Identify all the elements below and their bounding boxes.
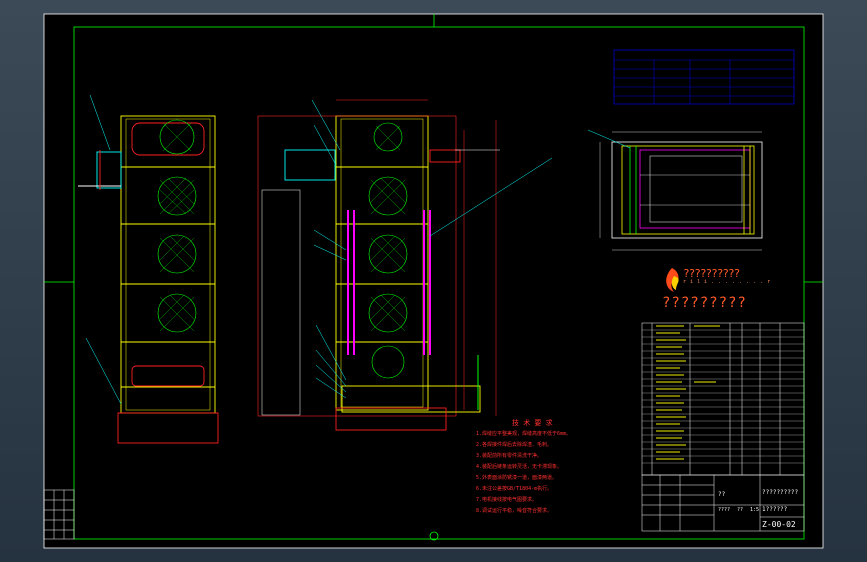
note-item: 6.未注公差按GB/T1804-m执行。: [476, 486, 553, 492]
logo-sub-text: r i l i . . . . . . . . r: [683, 279, 771, 285]
note-item: 3.装配前所有零件清洗干净。: [476, 453, 543, 459]
note-item: 4.装配后链条运转灵活，无卡滞现象。: [476, 464, 563, 470]
note-item: 1.焊缝应平整美观，焊缝高度不低于6mm。: [476, 431, 572, 437]
title-block-meta: ??: [737, 507, 744, 513]
notes-title: 技 术 要 求: [512, 419, 553, 427]
logo-tagline: ?????????: [662, 295, 747, 311]
title-block-qq: ??: [718, 491, 726, 498]
note-item: 5.外表面涂防锈漆一道，面漆两道。: [476, 475, 558, 481]
logo-main-text: ??????????: [683, 267, 740, 280]
note-item: 8.调试运行平稳，噪音符合要求。: [476, 508, 553, 514]
cad-viewer: ?????????? r i l i . . . . . . . . r ???…: [0, 0, 867, 562]
note-item: 7.电机接线按电气图要求。: [476, 497, 538, 503]
title-block-title: ??????????: [762, 489, 799, 496]
title-block-meta: ????: [718, 507, 731, 513]
title-block-code: Z-00-02: [762, 520, 796, 529]
title-block-drawing-no: 1??????: [762, 506, 788, 513]
note-item: 2.各焊接件焊后去除焊渣、毛刺。: [476, 442, 553, 448]
title-block-meta: 1:5: [750, 507, 760, 513]
